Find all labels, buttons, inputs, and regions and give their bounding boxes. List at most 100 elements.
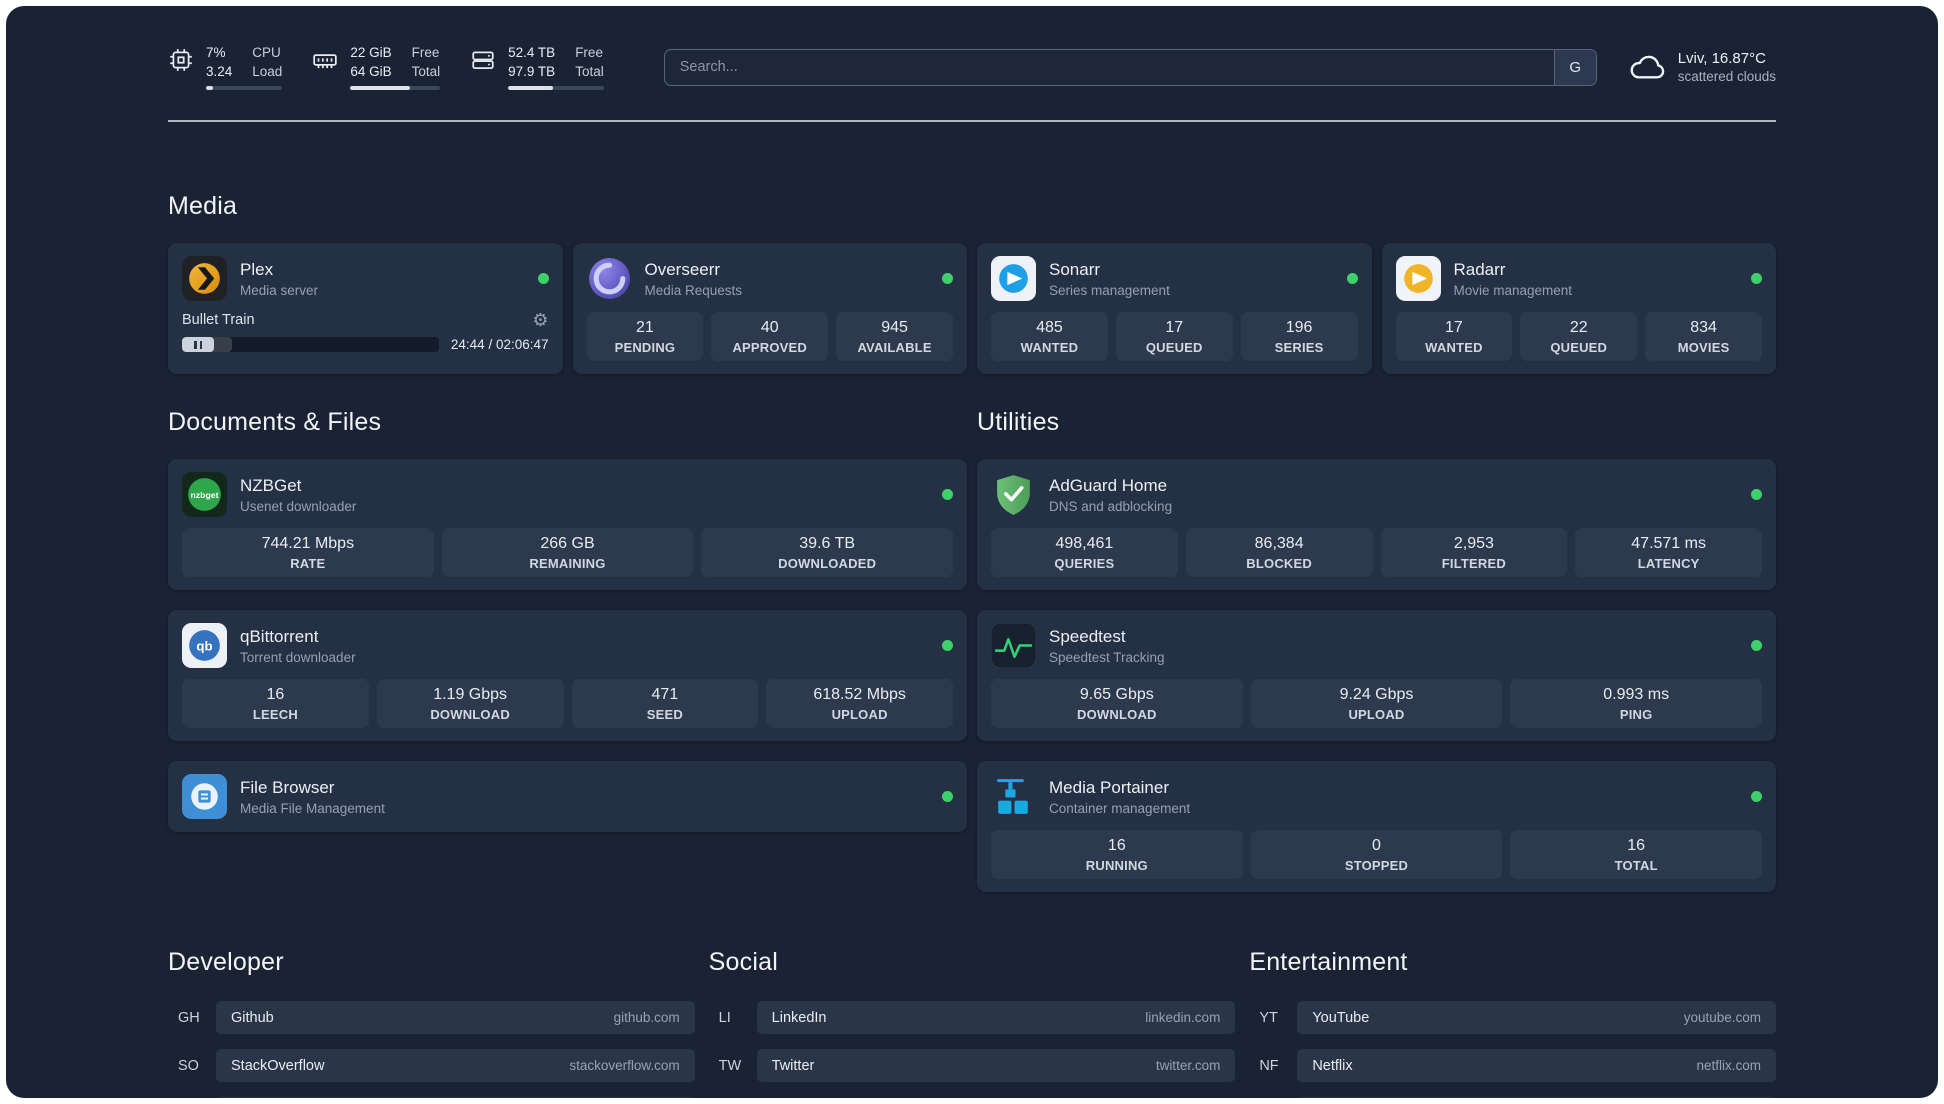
- ram-usage-bar: [350, 86, 441, 91]
- app-name[interactable]: AdGuard Home: [1049, 476, 1738, 496]
- disk-usage-bar: [508, 86, 604, 91]
- adguard-card: AdGuard Home DNS and adblocking 498,461 …: [977, 459, 1776, 591]
- bookmark-group-developer: Developer GH Github github.com SO StackO…: [168, 948, 695, 1098]
- radarr-icon[interactable]: [1395, 256, 1441, 302]
- stat-value: 39.6 TB: [799, 535, 856, 553]
- app-name[interactable]: Sonarr: [1049, 260, 1334, 280]
- section-title-developer: Developer: [168, 948, 284, 977]
- nzbget-icon[interactable]: nzbget: [182, 472, 227, 518]
- bookmark-name: LinkedIn: [771, 1009, 827, 1026]
- qbittorrent-card: qb qBittorrent Torrent downloader 16 LEE…: [168, 610, 967, 742]
- stat-label: WANTED: [1020, 340, 1079, 356]
- app-name[interactable]: NZBGet: [240, 476, 929, 496]
- nzbget-card: nzbget NZBGet Usenet downloader 744.21 M…: [168, 459, 967, 591]
- stat-tile: 2,953 FILTERED: [1380, 528, 1568, 578]
- bookmark-dev[interactable]: DT DEV dev.to: [168, 1097, 695, 1098]
- app-subtitle: Series management: [1049, 282, 1170, 298]
- stat-value: 196: [1285, 319, 1313, 337]
- app-name[interactable]: Radarr: [1454, 260, 1739, 280]
- overseerr-icon[interactable]: [587, 256, 632, 301]
- app-name[interactable]: Speedtest: [1049, 627, 1738, 647]
- stat-label: WANTED: [1425, 340, 1483, 356]
- status-dot: [942, 273, 953, 285]
- media-progress-bar[interactable]: [182, 337, 439, 353]
- stat-tile: 471 SEED: [571, 679, 759, 729]
- stat-label: LATENCY: [1637, 556, 1700, 572]
- search-input[interactable]: [664, 49, 1554, 85]
- app-name[interactable]: qBittorrent: [240, 627, 929, 647]
- stat-label: APPROVED: [732, 340, 808, 356]
- stat-value: 266 GB: [540, 535, 595, 553]
- bookmark-abbr: GH: [178, 1009, 200, 1026]
- stat-value: 22: [1569, 319, 1588, 337]
- bookmark-name: StackOverflow: [231, 1057, 325, 1074]
- bookmark-name: Github: [231, 1009, 274, 1026]
- section-title-documents: Documents & Files: [168, 408, 382, 437]
- ram-free-value: 22 GiB: [350, 45, 392, 60]
- ram-icon: [313, 54, 338, 69]
- stat-label: UPLOAD: [1348, 707, 1405, 723]
- portainer-card: Media Portainer Container management 16 …: [977, 761, 1776, 893]
- adguard-icon[interactable]: [991, 472, 1036, 517]
- disk-label-bottom: Total: [575, 63, 604, 79]
- stat-label: PENDING: [614, 340, 676, 356]
- bookmark-linkedin[interactable]: LI LinkedIn linkedin.com: [709, 1001, 1236, 1035]
- stat-label: QUERIES: [1054, 556, 1115, 572]
- section-title-entertainment: Entertainment: [1249, 948, 1408, 977]
- weather-widget: Lviv, 16.87°C scattered clouds: [1627, 48, 1776, 86]
- stat-label: PING: [1619, 707, 1653, 723]
- app-subtitle: Speedtest Tracking: [1049, 649, 1165, 665]
- stat-value: 834: [1690, 319, 1717, 337]
- app-name[interactable]: Plex: [240, 260, 525, 280]
- app-subtitle: Media File Management: [240, 800, 385, 816]
- stat-label: BLOCKED: [1246, 556, 1312, 572]
- bookmark-url: twitter.com: [1155, 1058, 1221, 1074]
- stat-label: SERIES: [1274, 340, 1324, 356]
- stat-tile: 266 GB REMAINING: [441, 528, 694, 578]
- sonarr-icon[interactable]: [991, 256, 1036, 302]
- settings-gear-icon[interactable]: ⚙: [532, 311, 548, 329]
- stat-value: 1.19 Gbps: [433, 686, 508, 704]
- stat-label: DOWNLOADED: [778, 556, 877, 572]
- pause-icon[interactable]: [182, 337, 214, 353]
- stat-tile: 16 RUNNING: [991, 830, 1243, 880]
- bookmark-youtube[interactable]: YT YouTube youtube.com: [1249, 1001, 1776, 1035]
- search-engine-button[interactable]: G: [1553, 49, 1596, 85]
- stat-tile: 39.6 TB DOWNLOADED: [701, 528, 953, 578]
- bookmark-abbr: SO: [178, 1057, 199, 1074]
- bookmark-url: netflix.com: [1696, 1058, 1761, 1074]
- plex-icon[interactable]: [182, 256, 227, 302]
- bookmark-name: YouTube: [1312, 1009, 1370, 1026]
- app-name[interactable]: Overseerr: [645, 260, 930, 280]
- stat-tile: 9.65 Gbps DOWNLOAD: [991, 679, 1243, 729]
- bookmark-stackoverflow[interactable]: SO StackOverflow stackoverflow.com: [168, 1049, 695, 1083]
- stat-tile: 945 AVAILABLE: [836, 312, 953, 362]
- bookmark-netflix[interactable]: NF Netflix netflix.com: [1249, 1049, 1776, 1083]
- utilities-column: Utilities AdGuard Home DNS and adblockin…: [977, 408, 1776, 893]
- speedtest-card: Speedtest Speedtest Tracking 9.65 Gbps D…: [977, 610, 1776, 742]
- stat-value: 0.993 ms: [1603, 686, 1670, 704]
- app-name[interactable]: File Browser: [240, 778, 929, 798]
- stat-value: 618.52 Mbps: [813, 686, 906, 704]
- status-dot: [942, 489, 953, 501]
- cpu-label-top: CPU: [252, 45, 281, 60]
- speedtest-icon[interactable]: [991, 623, 1036, 669]
- stat-value: 9.24 Gbps: [1339, 686, 1414, 704]
- status-dot: [942, 640, 953, 652]
- stat-tile: 22 QUEUED: [1520, 312, 1638, 362]
- app-name[interactable]: Media Portainer: [1049, 778, 1738, 798]
- bookmark-twitter[interactable]: TW Twitter twitter.com: [709, 1049, 1236, 1083]
- overseerr-card: Overseerr Media Requests 21 PENDING 40 A…: [572, 243, 967, 375]
- stat-label: UPLOAD: [831, 707, 888, 723]
- qbittorrent-icon[interactable]: qb: [182, 623, 227, 669]
- bookmark-abbr: TW: [718, 1057, 742, 1074]
- cloud-icon: [1630, 55, 1664, 79]
- bookmark-github[interactable]: GH Github github.com: [168, 1001, 695, 1035]
- filebrowser-icon[interactable]: [182, 774, 227, 820]
- section-title-media: Media: [168, 192, 238, 221]
- portainer-icon[interactable]: [991, 774, 1036, 819]
- stat-label: MOVIES: [1677, 340, 1730, 356]
- stat-value: 9.65 Gbps: [1079, 686, 1154, 704]
- bookmark-reddit[interactable]: RE Reddit reddit.com: [1249, 1097, 1776, 1098]
- cpu-usage-bar: [206, 86, 283, 91]
